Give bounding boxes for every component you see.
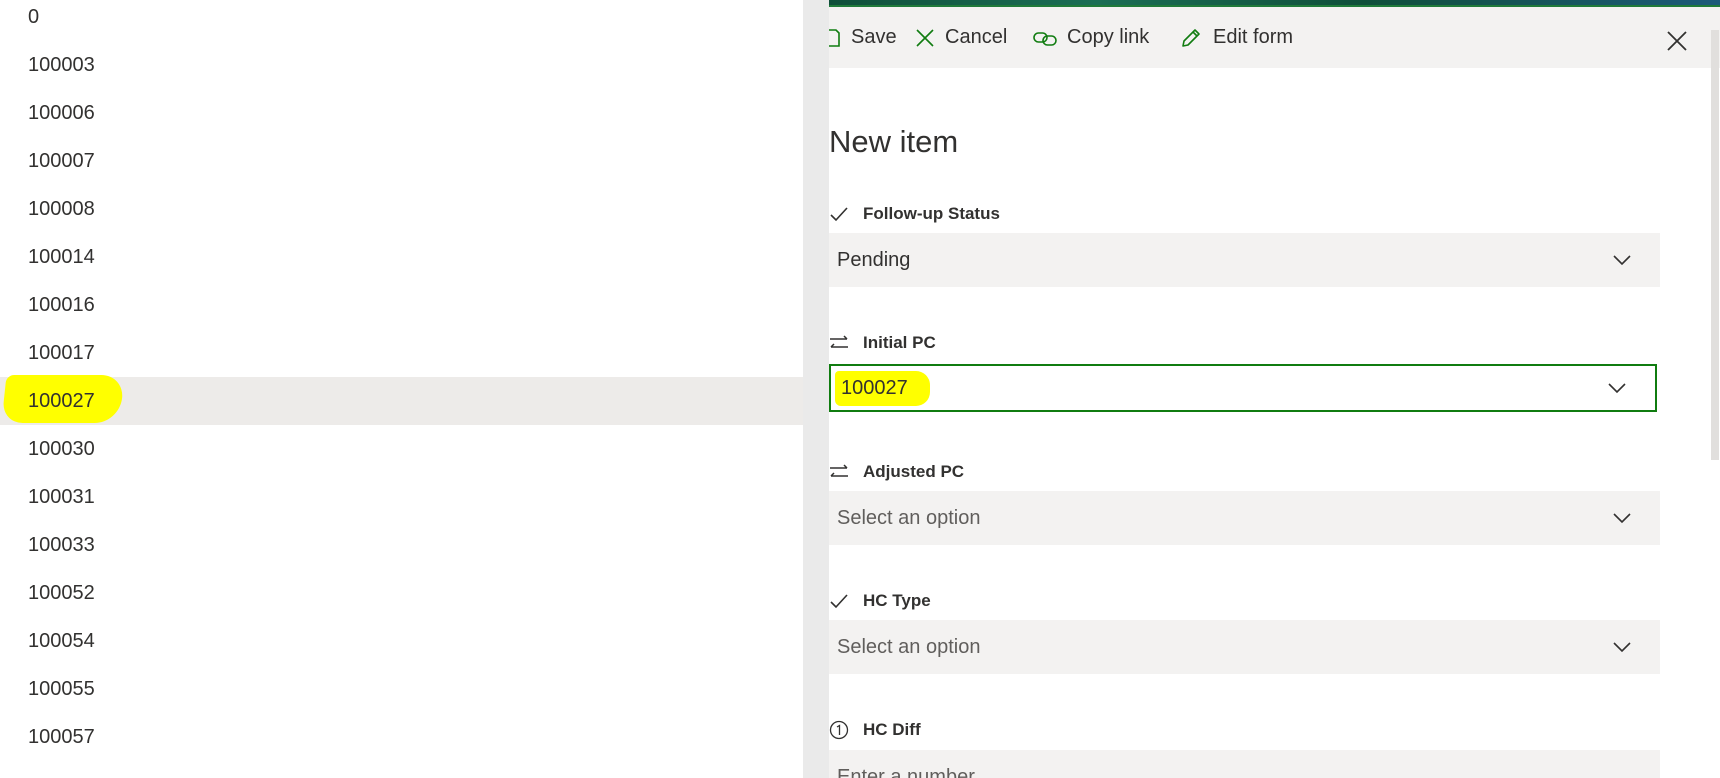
list-item[interactable]: 100033 (0, 521, 803, 569)
list-item[interactable]: 100054 (0, 617, 803, 665)
initial-pc-label-text: Initial PC (863, 333, 936, 352)
hc-type-select[interactable]: Select an option (829, 620, 1660, 674)
checkmark-icon (829, 591, 849, 611)
cancel-button-label: Cancel (945, 26, 1008, 48)
adjusted-pc-label: Adjusted PC (829, 460, 964, 484)
link-icon (1033, 31, 1057, 46)
dropdown-options-list: 0 100003 100006 100007 100008 100014 100… (0, 0, 803, 778)
list-item[interactable]: 100031 (0, 473, 803, 521)
number-icon (829, 720, 849, 740)
list-item[interactable]: 100055 (0, 665, 803, 713)
copy-link-button[interactable]: Copy link (1033, 7, 1149, 68)
chevron-down-icon (1613, 513, 1631, 524)
hc-type-placeholder: Select an option (837, 635, 981, 658)
close-icon[interactable] (1663, 27, 1691, 55)
save-button-label: Save (851, 26, 897, 48)
new-item-panel: Save Cancel Copy link Edit form New item (829, 0, 1720, 778)
command-bar: Save Cancel Copy link Edit form (829, 7, 1720, 68)
list-item[interactable]: 100016 (0, 281, 803, 329)
initial-pc-select[interactable]: 100027 (829, 364, 1657, 412)
list-item[interactable]: 100030 (0, 425, 803, 473)
hc-diff-placeholder: Enter a number (837, 765, 975, 778)
copy-link-button-label: Copy link (1067, 26, 1150, 48)
follow-up-status-label-text: Follow-up Status (863, 204, 1000, 223)
hc-type-label-text: HC Type (863, 591, 931, 610)
list-item[interactable]: 100007 (0, 137, 803, 185)
edit-form-button[interactable]: Edit form (1179, 7, 1293, 68)
chevron-down-icon (1608, 383, 1626, 394)
hc-diff-input[interactable]: Enter a number (829, 750, 1660, 778)
follow-up-status-value: Pending (837, 248, 911, 271)
adjusted-pc-label-text: Adjusted PC (863, 462, 965, 481)
checkmark-icon (829, 204, 849, 224)
edit-form-button-label: Edit form (1213, 26, 1294, 48)
list-item[interactable]: 100057 (0, 713, 803, 761)
hc-diff-label-text: HC Diff (863, 720, 921, 739)
hc-type-label: HC Type (829, 589, 931, 613)
adjusted-pc-placeholder: Select an option (837, 506, 981, 529)
list-item[interactable]: 100008 (0, 185, 803, 233)
list-item[interactable]: 100003 (0, 41, 803, 89)
initial-pc-label: Initial PC (829, 331, 936, 355)
hc-diff-label: HC Diff (829, 718, 921, 742)
list-item[interactable]: 0 (0, 0, 803, 41)
save-button[interactable]: Save (829, 7, 897, 68)
chevron-down-icon (1613, 255, 1631, 266)
cancel-button[interactable]: Cancel (915, 7, 1007, 68)
follow-up-status-select[interactable]: Pending (829, 233, 1660, 287)
list-item[interactable]: 100014 (0, 233, 803, 281)
adjusted-pc-select[interactable]: Select an option (829, 491, 1660, 545)
follow-up-status-label: Follow-up Status (829, 202, 1000, 226)
lookup-arrows-icon (829, 333, 849, 353)
list-item[interactable]: 100006 (0, 89, 803, 137)
chevron-down-icon (1613, 642, 1631, 653)
pencil-icon (1182, 28, 1200, 47)
lookup-arrows-icon (829, 462, 849, 482)
list-item[interactable]: 100017 (0, 329, 803, 377)
panel-divider (803, 0, 829, 778)
save-icon (829, 28, 840, 47)
page-title: New item (829, 124, 959, 159)
initial-pc-value: 100027 (835, 370, 930, 406)
list-item[interactable]: 100052 (0, 569, 803, 617)
scrollbar[interactable] (1711, 30, 1719, 460)
cancel-icon (916, 28, 934, 47)
